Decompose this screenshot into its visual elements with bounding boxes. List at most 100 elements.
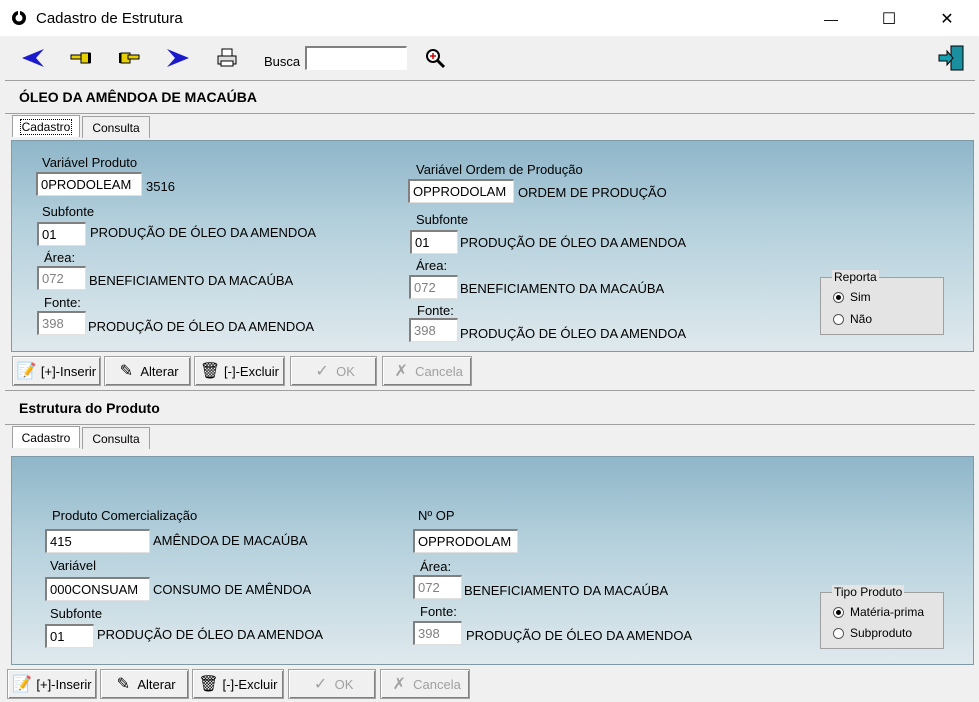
alterar-button-2[interactable]: ✎ Alterar	[100, 669, 189, 699]
check-icon: ✓	[313, 676, 328, 693]
ok-button-2[interactable]: ✓ OK	[288, 669, 376, 699]
divider	[5, 80, 975, 81]
nop-field[interactable]: OPPRODOLAM	[413, 529, 518, 553]
subfonte-label: Subfonte	[42, 204, 95, 219]
back-arrow-icon	[22, 49, 44, 67]
forward-arrow-button[interactable]	[163, 44, 193, 72]
subfonte2-field[interactable]: 01	[410, 230, 458, 254]
fonte3-desc: PRODUÇÃO DE ÓLEO DA AMENDOA	[466, 628, 693, 643]
fonte2-desc: PRODUÇÃO DE ÓLEO DA AMENDOA	[460, 326, 687, 341]
radio-unselected-icon	[833, 313, 844, 325]
exit-door-icon	[938, 45, 964, 71]
reporta-nao-radio[interactable]: Não	[833, 312, 872, 326]
radio-selected-icon	[833, 606, 844, 618]
subfonte3-desc: PRODUÇÃO DE ÓLEO DA AMENDOA	[97, 627, 324, 642]
check-icon: ✓	[315, 363, 329, 380]
subfonte3-label: Subfonte	[50, 606, 103, 621]
trash-icon: 🗑	[198, 676, 219, 693]
area-label: Área:	[44, 250, 76, 265]
search-label: Busca	[264, 54, 301, 69]
tab-cadastro[interactable]: Cadastro	[12, 115, 80, 137]
next-hand-icon	[119, 52, 140, 64]
edit-icon: ✎	[119, 363, 134, 380]
insert-icon: 📝	[16, 363, 37, 380]
radio-unselected-icon	[833, 627, 844, 639]
radio-selected-icon	[833, 291, 844, 303]
close-button[interactable]: ✕	[924, 6, 970, 32]
fonte-desc: PRODUÇÃO DE ÓLEO DA AMENDOA	[88, 319, 315, 334]
search-button[interactable]	[420, 44, 450, 72]
print-icon	[217, 48, 237, 67]
tab-consulta-2[interactable]: Consulta	[82, 427, 150, 449]
insert-icon: 📝	[12, 676, 33, 693]
area3-desc: BENEFICIAMENTO DA MACAÚBA	[464, 583, 669, 598]
maximize-button[interactable]: ☐	[866, 6, 912, 32]
produto-com-label: Produto Comercialização	[52, 508, 198, 523]
cancela-button-2[interactable]: ✗ Cancela	[380, 669, 470, 699]
subfonte-desc: PRODUÇÃO DE ÓLEO DA AMENDOA	[90, 225, 317, 240]
subfonte-field[interactable]: 01	[37, 222, 86, 246]
variavel-field[interactable]: 000CONSUAM	[45, 577, 150, 601]
materia-prima-radio[interactable]: Matéria-prima	[833, 605, 924, 619]
area2-field[interactable]: 072	[409, 275, 458, 299]
divider	[5, 113, 975, 114]
reporta-group	[820, 277, 944, 335]
excluir-button[interactable]: 🗑 [-]-Excluir	[194, 356, 285, 386]
area3-field[interactable]: 072	[413, 575, 462, 599]
cancela-button[interactable]: ✗ Cancela	[382, 356, 472, 386]
var-ordem-desc: ORDEM DE PRODUÇÃO	[518, 185, 667, 200]
var-produto-field[interactable]: 0PRODOLEAM	[36, 172, 142, 196]
tab-consulta[interactable]: Consulta	[82, 116, 150, 138]
variavel-desc: CONSUMO DE AMÊNDOA	[153, 582, 312, 597]
minimize-button[interactable]: —	[808, 6, 854, 32]
var-ordem-label: Variável Ordem de Produção	[416, 162, 583, 177]
search-input[interactable]	[305, 46, 407, 70]
area3-label: Área:	[420, 559, 452, 574]
trash-icon: 🗑	[199, 363, 221, 380]
exit-button[interactable]	[936, 44, 966, 72]
tab-cadastro-2[interactable]: Cadastro	[12, 426, 80, 448]
prev-record-button[interactable]	[66, 44, 96, 72]
tipo-produto-title: Tipo Produto	[832, 585, 905, 599]
subfonte3-field[interactable]: 01	[45, 624, 94, 648]
nop-label: Nº OP	[418, 508, 455, 523]
reporta-title: Reporta	[832, 270, 879, 284]
subproduto-radio[interactable]: Subproduto	[833, 626, 912, 640]
excluir-button-2[interactable]: 🗑 [-]-Excluir	[192, 669, 284, 699]
divider	[5, 390, 975, 391]
print-button[interactable]	[212, 44, 242, 72]
area-desc: BENEFICIAMENTO DA MACAÚBA	[89, 273, 294, 288]
inserir-button[interactable]: 📝 [+]-Inserir	[12, 356, 101, 386]
toolbar	[5, 36, 975, 78]
var-produto-desc: 3516	[146, 179, 175, 194]
forward-arrow-icon	[167, 49, 189, 67]
variavel-label: Variável	[50, 558, 97, 573]
back-arrow-button[interactable]	[18, 44, 48, 72]
search-icon	[426, 49, 446, 69]
area2-label: Área:	[416, 258, 448, 273]
produto-com-field[interactable]: 415	[45, 529, 150, 553]
reporta-sim-radio[interactable]: Sim	[833, 290, 871, 304]
window-title: Cadastro de Estrutura	[36, 10, 183, 27]
fonte-label: Fonte:	[44, 295, 81, 310]
var-ordem-field[interactable]: OPPRODOLAM	[408, 179, 514, 203]
fonte3-field[interactable]: 398	[413, 621, 462, 645]
cancel-x-icon: ✗	[394, 363, 408, 380]
ok-button[interactable]: ✓ OK	[290, 356, 377, 386]
alterar-button[interactable]: ✎ Alterar	[104, 356, 191, 386]
fonte3-label: Fonte:	[420, 604, 457, 619]
prev-hand-icon	[70, 52, 91, 64]
product-title: ÓLEO DA AMÊNDOA DE MACAÚBA	[19, 89, 257, 105]
area-field[interactable]: 072	[37, 266, 86, 290]
edit-icon: ✎	[116, 676, 131, 693]
fonte2-label: Fonte:	[417, 303, 454, 318]
inserir-button-2[interactable]: 📝 [+]-Inserir	[7, 669, 97, 699]
next-record-button[interactable]	[114, 44, 144, 72]
tipo-produto-group	[820, 592, 944, 649]
fonte2-field[interactable]: 398	[409, 318, 458, 342]
section-structure-title: Estrutura do Produto	[19, 400, 160, 416]
produto-com-desc: AMÊNDOA DE MACAÚBA	[153, 533, 308, 548]
fonte-field[interactable]: 398	[37, 311, 86, 335]
subfonte2-label: Subfonte	[416, 212, 469, 227]
cancel-x-icon: ✗	[392, 676, 406, 693]
